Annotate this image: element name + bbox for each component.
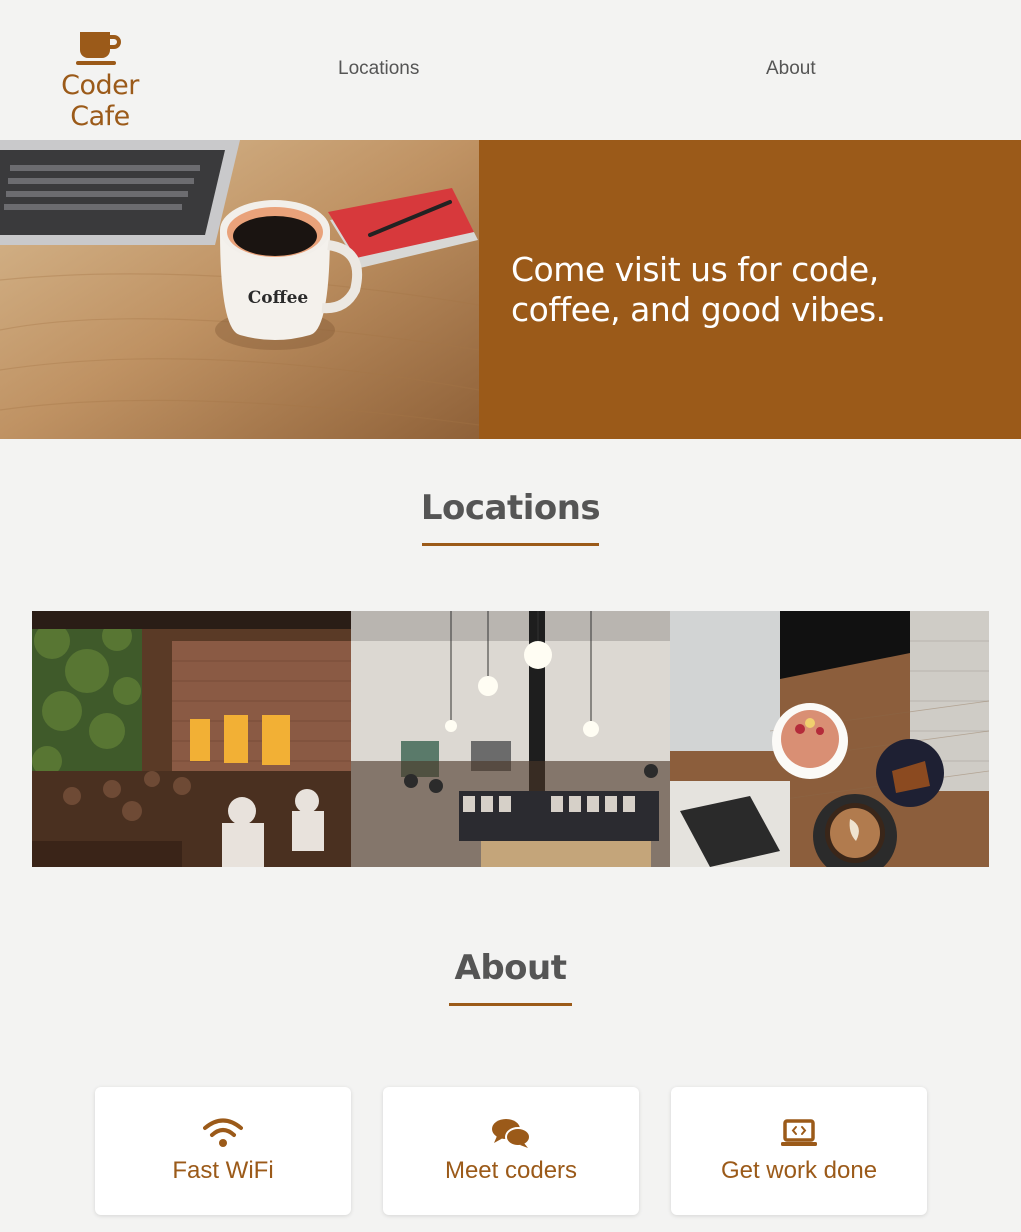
logo-link[interactable]: Coder Cafe xyxy=(30,30,170,132)
hero-tagline: Come visit us for code, coffee, and good… xyxy=(511,250,886,329)
laptop-code-icon xyxy=(671,1117,927,1149)
cafe-interior-photo xyxy=(32,611,351,867)
feature-label: Fast WiFi xyxy=(172,1157,274,1184)
nav-about-link[interactable]: About xyxy=(766,58,816,80)
nav-locations-link[interactable]: Locations xyxy=(338,58,419,80)
about-underline xyxy=(449,1003,572,1006)
feature-label: Get work done xyxy=(720,1157,878,1184)
hero-panel: Come visit us for code, coffee, and good… xyxy=(479,140,1021,439)
feature-label: Meet coders xyxy=(444,1157,578,1184)
locations-gallery xyxy=(32,611,989,867)
feature-card-wifi[interactable]: Fast WiFi xyxy=(95,1087,351,1215)
coffee-cup-icon xyxy=(76,32,121,65)
about-heading: About xyxy=(454,948,567,988)
mug-text: Coffee xyxy=(248,288,309,308)
feature-card-meet-coders[interactable]: Meet coders xyxy=(383,1087,639,1215)
locations-heading: Locations xyxy=(420,488,601,528)
wifi-icon xyxy=(95,1117,351,1149)
brand-name: Coder Cafe xyxy=(61,70,139,132)
latte-table-photo xyxy=(670,611,989,867)
feature-card-get-work-done[interactable]: Get work done xyxy=(671,1087,927,1215)
site-header: Coder Cafe Locations About xyxy=(0,0,1021,140)
hero-coffee-laptop-photo: Coffee xyxy=(0,140,479,439)
chat-bubbles-icon xyxy=(383,1117,639,1149)
coffee-bar-photo xyxy=(351,611,670,867)
hero-section: Coffee Come visit us for code, coffee, a… xyxy=(0,140,1021,439)
locations-underline xyxy=(422,543,599,546)
